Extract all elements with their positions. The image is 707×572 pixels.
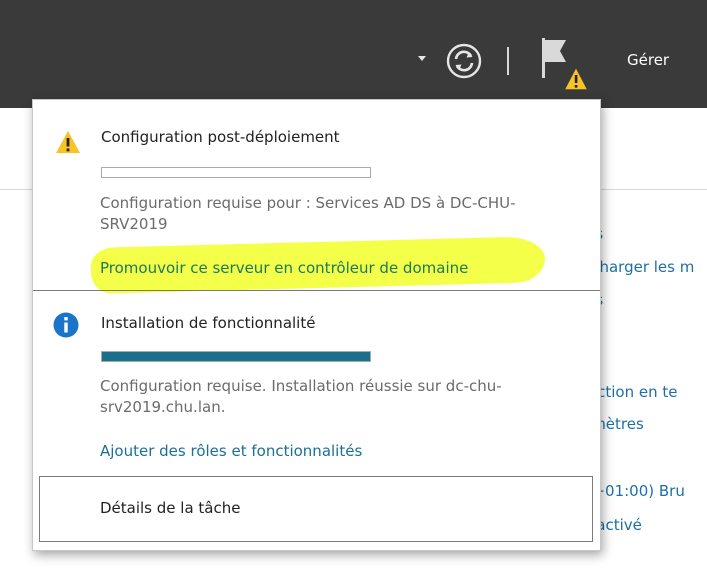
notification-description: Configuration requise pour : Services AD… xyxy=(100,194,516,233)
notification-description: Configuration requise. Installation réus… xyxy=(100,377,502,416)
warning-icon xyxy=(562,65,588,91)
notification-flag-icon[interactable] xyxy=(538,34,588,92)
promote-server-link[interactable]: Promouvoir ce serveur en contrôleur de d… xyxy=(100,258,468,278)
warning-icon xyxy=(56,131,80,153)
top-toolbar: Gérer xyxy=(0,0,707,108)
dropdown-caret-icon[interactable] xyxy=(418,56,426,61)
server-manager-screen: Gérer ais écharger les m ais tection en … xyxy=(0,0,707,572)
progress-fill xyxy=(102,352,370,361)
toolbar-divider xyxy=(507,47,509,75)
notification-title: Installation de fonctionnalité xyxy=(101,314,316,332)
progress-bar xyxy=(101,351,371,362)
progress-bar xyxy=(101,167,371,178)
task-details-label: Détails de la tâche xyxy=(100,499,241,517)
add-roles-features-link[interactable]: Ajouter des rôles et fonctionnalités xyxy=(100,441,362,461)
notifications-popup: Configuration post-déploiement Configura… xyxy=(32,99,601,551)
refresh-icon[interactable] xyxy=(445,42,483,80)
manage-menu[interactable]: Gérer xyxy=(627,50,669,70)
task-details-button[interactable]: Détails de la tâche xyxy=(39,476,593,542)
section-divider xyxy=(33,290,600,291)
info-icon xyxy=(53,312,79,338)
notification-title: Configuration post-déploiement xyxy=(101,128,340,146)
